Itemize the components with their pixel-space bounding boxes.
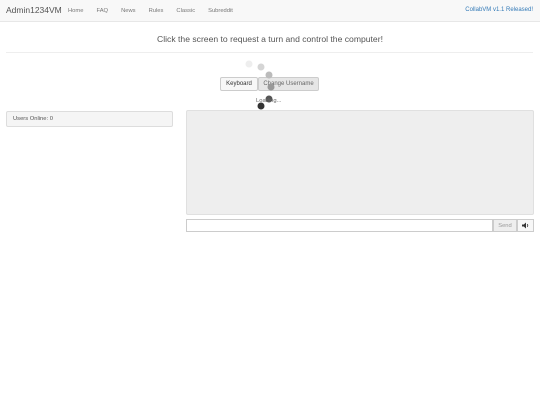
brand-logo[interactable]: Admin1234VM [6,5,62,15]
loading-spinner-icon [245,60,275,110]
users-online-panel: Users Online: 0 [6,111,173,127]
nav-faq[interactable]: FAQ [96,8,108,14]
divider [6,52,533,53]
page-headline: Click the screen to request a turn and c… [157,34,383,44]
loading-text: Loading... [256,98,282,104]
users-online-label: Users Online: 0 [13,116,53,122]
nav-home[interactable]: Home [68,8,83,14]
nav-subreddit[interactable]: Subreddit [208,8,233,14]
navbar: Admin1234VM Home FAQ News Rules Classic … [0,0,540,22]
nav-rules[interactable]: Rules [149,8,164,14]
release-link[interactable]: CollabVM v1.1 Released! [465,7,533,13]
chat-panel[interactable] [186,110,534,215]
volume-button[interactable] [517,219,534,232]
nav-links: Home FAQ News Rules Classic Subreddit [68,0,246,21]
nav-classic[interactable]: Classic [176,8,195,14]
send-button[interactable]: Send [493,219,517,232]
volume-icon [521,222,528,229]
chat-input[interactable] [186,219,493,232]
nav-news[interactable]: News [121,8,136,14]
